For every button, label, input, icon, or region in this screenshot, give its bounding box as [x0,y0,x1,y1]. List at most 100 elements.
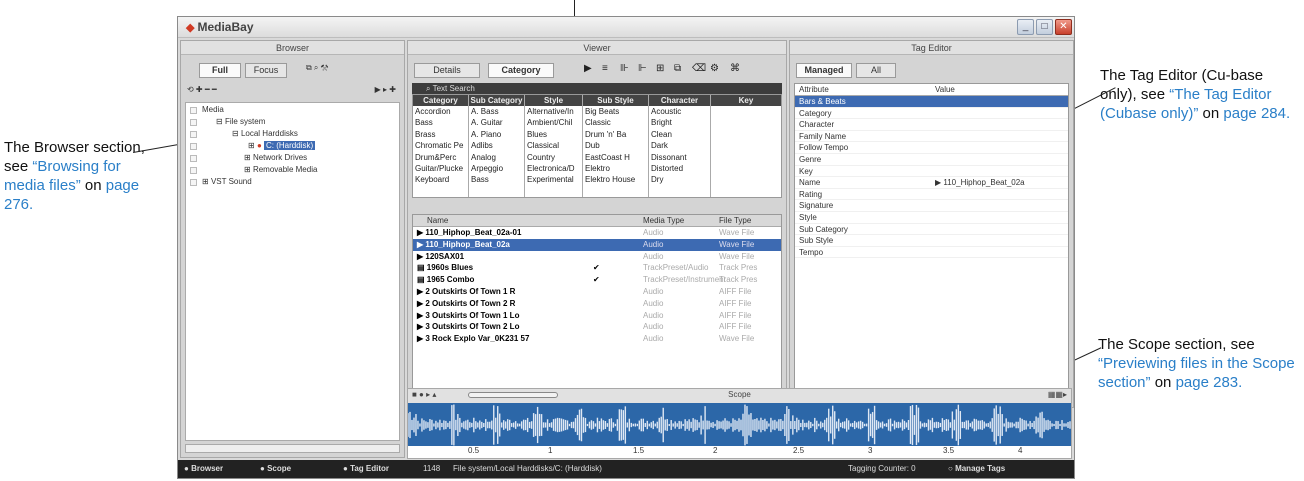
style-column[interactable]: Style Alternative/In Ambient/Chil Blues … [525,95,583,197]
tag-row[interactable]: Key [795,166,1068,178]
waveform[interactable] [408,403,1071,447]
filter-icon[interactable]: ≡ [602,63,608,74]
hierarchy-icon[interactable]: ⌘ [730,63,740,74]
column-header-file-type[interactable]: File Type [719,215,751,227]
checkbox[interactable] [190,107,197,114]
sub-style-column[interactable]: Sub Style Big Beats Classic Drum 'n' Ba … [583,95,649,197]
tab-full[interactable]: Full [199,63,241,78]
mediabay-window: ◆ MediaBay _ □ ✕ Browser Full Focus ⧉ ⌕ ⚒… [177,16,1075,479]
table-row[interactable]: ▶ 3 Outskirts Of Town 2 Lo Audio AIFF File [413,321,781,333]
table-row[interactable]: ▶ 110_Hiphop_Beat_02a Audio Wave File [413,238,781,251]
key-column[interactable]: Key [711,95,781,197]
tree-item-vst-sound[interactable]: ⊞ VST Sound [202,177,252,186]
callout-scope: The Scope section, see “Previewing files… [1098,336,1295,391]
checkbox[interactable] [190,119,197,126]
tab-category[interactable]: Category [488,63,554,78]
table-row[interactable]: ▶ 120SAX01 Audio Wave File [413,251,781,263]
scope-view-icons[interactable]: ▦▦▸ [1048,389,1067,401]
tag-row[interactable]: Signature [795,200,1068,212]
column-header-value[interactable]: Value [935,84,955,96]
app-logo-icon: ◆ [186,22,195,34]
category-column[interactable]: Category Accordion Bass Brass Chromatic … [413,95,469,197]
tree-view-icon[interactable]: ⊩ [638,63,647,74]
window-title: MediaBay [197,20,254,34]
tree-item-file-system[interactable]: ⊟ File system [216,117,265,126]
browser-pane: Browser Full Focus ⧉ ⌕ ⚒ ⟲ ✚ ━ ━ ▶ ▸ ✚ M… [180,40,405,458]
results-table: Name Media Type File Type ▶ 110_Hiphop_B… [412,214,782,398]
category-filter-grid: Category Accordion Bass Brass Chromatic … [412,94,782,198]
tag-row[interactable]: Tempo [795,247,1068,259]
viewer-pane: Viewer Details Category ▶ ≡ ⊪ ⊩ ⊞ ⧉ ⌫ ⚙ … [407,40,787,408]
tag-row[interactable]: Sub Style [795,235,1068,247]
status-scope-toggle[interactable]: ● Scope [260,460,291,478]
copy-icon[interactable]: ⧉ [674,63,681,74]
maximize-button[interactable]: □ [1036,19,1053,35]
tag-row[interactable]: Character [795,119,1068,131]
tree-item-network-drives[interactable]: ⊞ Network Drives [244,153,307,162]
columns-icon[interactable]: ⊪ [620,63,629,74]
callout-scope-page[interactable]: page 283. [1176,374,1243,391]
tag-row[interactable]: Genre [795,154,1068,166]
grid-icon[interactable]: ⊞ [656,63,664,74]
callout-tag-editor: The Tag Editor (Cu-base only), see “The … [1100,67,1291,122]
status-browser-toggle[interactable]: ● Browser [184,460,223,478]
tag-row[interactable]: Style [795,212,1068,224]
tag-row[interactable]: Rating [795,189,1068,201]
table-row[interactable]: ▤ 1965 Combo ✔ TrackPreset/Instrument Track… [413,274,781,286]
checkbox[interactable] [190,143,197,150]
title-bar: ◆ MediaBay _ □ ✕ [178,17,1074,38]
text-search-bar[interactable]: ⌕ Text Search [412,83,782,94]
table-row[interactable]: ▶ 3 Rock Explo Var_0K231 57 Audio Wave Fil… [413,333,781,345]
manage-tags-button[interactable]: ○ Manage Tags [948,460,1005,478]
waveform-graphic [408,404,1071,446]
tree-item-local-harddisks[interactable]: ⊟ Local Harddisks [232,129,298,138]
checkbox[interactable] [190,131,197,138]
sub-category-column[interactable]: Sub Category A. Bass A. Guitar A. Piano … [469,95,525,197]
browser-tool-icons[interactable]: ⧉ ⌕ ⚒ [306,63,328,73]
delete-icon[interactable]: ⌫ [692,63,706,74]
checkbox[interactable] [190,179,197,186]
checkbox[interactable] [190,155,197,162]
horizontal-scrollbar[interactable] [185,444,400,453]
browser-nav-arrows[interactable]: ▶ ▸ ✚ [375,85,396,94]
tag-row[interactable]: Sub Category [795,224,1068,236]
table-row[interactable]: ▤ 1960s Blues ✔ TrackPreset/Audio Track Pre… [413,262,781,274]
table-row[interactable]: ▶ 2 Outskirts Of Town 2 R Audio AIFF File [413,298,781,310]
character-column[interactable]: Character Acoustic Bright Clean Dark Dis… [649,95,711,197]
tag-row[interactable]: Category [795,108,1068,120]
browser-header: Browser [181,41,404,55]
transport-icons[interactable]: ■ ● ▸ ▴ [412,389,436,401]
close-button[interactable]: ✕ [1055,19,1072,35]
table-row[interactable]: ▶ 3 Outskirts Of Town 1 Lo Audio AIFF File [413,310,781,322]
tree-item-removable-media[interactable]: ⊞ Removable Media [244,165,317,174]
tag-row[interactable]: Follow Tempo [795,142,1068,154]
scope-header: ■ ● ▸ ▴ Scope ▦▦▸ [412,389,1067,401]
checkbox[interactable] [190,167,197,174]
column-header-name[interactable]: Name [427,215,448,227]
status-tag-editor-toggle[interactable]: ● Tag Editor [343,460,389,478]
tag-editor-pane: Tag Editor Managed All Attribute Value B… [789,40,1074,408]
tree-item-media[interactable]: Media [202,105,224,114]
tab-details[interactable]: Details [414,63,480,78]
tag-table: Attribute Value Bars & Beats Category Ch… [794,83,1069,398]
tree-item-c-harddisk[interactable]: ⊞ ● C: (Harddisk) [248,141,316,150]
browser-nav-icons[interactable]: ⟲ ✚ ━ ━ [187,85,217,94]
tab-focus[interactable]: Focus [245,63,287,78]
viewer-header: Viewer [408,41,786,55]
scope-volume-slider[interactable] [468,392,558,398]
tag-row[interactable]: Family Name [795,131,1068,143]
results-header: Name Media Type File Type [413,215,781,227]
callout-tag-editor-page[interactable]: page 284. [1223,105,1290,122]
tab-managed[interactable]: Managed [796,63,852,78]
tag-row[interactable]: Bars & Beats [795,96,1068,108]
table-row[interactable]: ▶ 110_Hiphop_Beat_02a-01 Audio Wave File [413,227,781,239]
column-header-media-type[interactable]: Media Type [643,215,684,227]
play-icon[interactable]: ▶ [584,63,592,74]
column-header-attribute[interactable]: Attribute [799,84,829,96]
table-row[interactable]: ▶ 2 Outskirts Of Town 1 R Audio AIFF File [413,286,781,298]
settings-icon[interactable]: ⚙ [710,63,719,74]
minimize-button[interactable]: _ [1017,19,1034,35]
tab-all[interactable]: All [856,63,896,78]
tag-row[interactable]: Name ▶ 110_Hiphop_Beat_02a [795,177,1068,189]
scope-pane: ■ ● ▸ ▴ Scope ▦▦▸ 0.5 1 1.5 2 2.5 3 3.5 … [407,388,1072,459]
